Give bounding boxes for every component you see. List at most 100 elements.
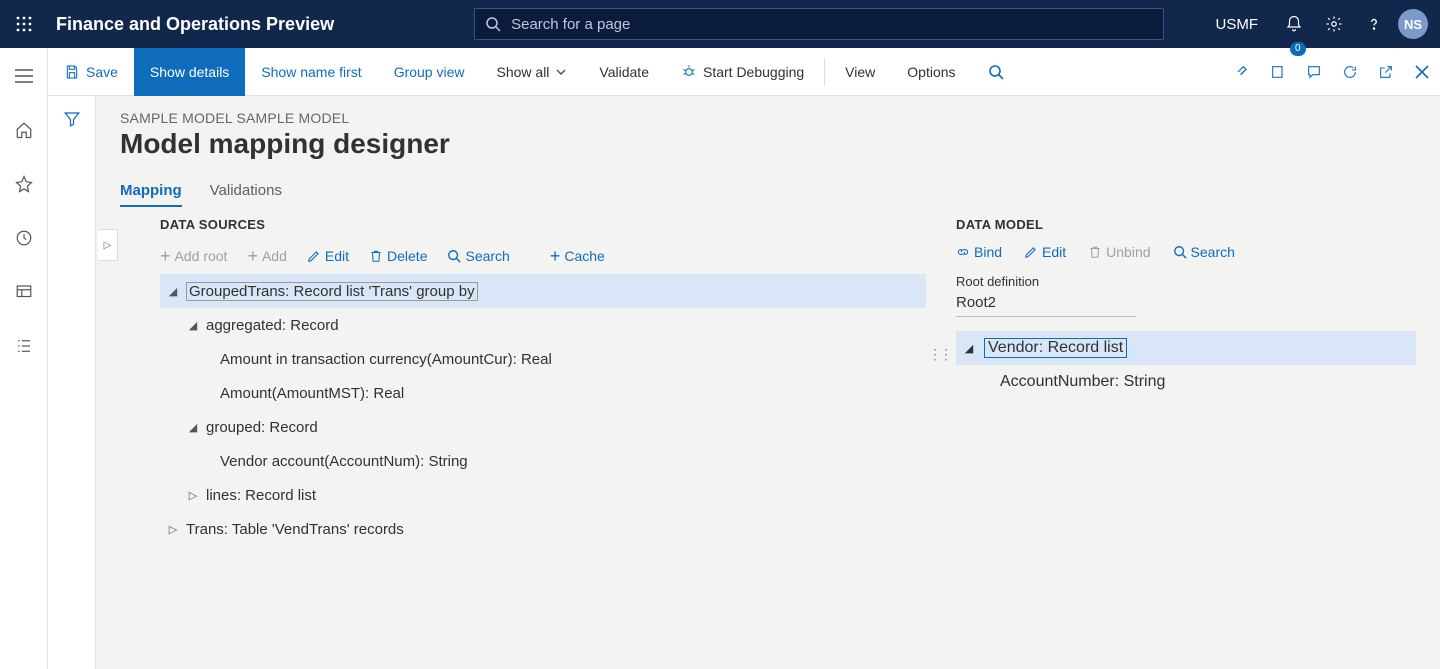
save-icon: [64, 64, 80, 80]
root-definition-value[interactable]: Root2: [956, 291, 1136, 317]
filter-pane-toggle[interactable]: [48, 96, 96, 669]
gear-icon[interactable]: [1314, 0, 1354, 48]
validate-button[interactable]: Validate: [583, 48, 665, 96]
expand-icon[interactable]: ▷: [184, 489, 202, 502]
node-label: Vendor account(AccountNum): String: [220, 453, 468, 470]
show-details-button[interactable]: Show details: [134, 48, 245, 96]
collapse-icon[interactable]: ◢: [184, 319, 202, 332]
tree-node[interactable]: Amount in transaction currency(AmountCur…: [160, 342, 926, 376]
collapse-icon[interactable]: ◢: [960, 342, 978, 355]
data-model-tree: ◢ Vendor: Record list AccountNumber: Str…: [956, 331, 1416, 399]
data-model-panel: DATA MODEL Bind Edit Unbind Search Root …: [946, 217, 1416, 657]
show-name-first-button[interactable]: Show name first: [245, 48, 377, 96]
help-icon[interactable]: [1354, 0, 1394, 48]
close-icon[interactable]: [1404, 48, 1440, 96]
data-model-header: DATA MODEL: [956, 217, 1416, 232]
tree-node[interactable]: AccountNumber: String: [956, 365, 1416, 399]
search-button[interactable]: [972, 48, 1020, 96]
group-view-button[interactable]: Group view: [378, 48, 481, 96]
pencil-icon: [307, 249, 321, 263]
tree-node[interactable]: ◢ Vendor: Record list: [956, 331, 1416, 365]
recent-icon[interactable]: [8, 222, 40, 254]
show-all-dropdown[interactable]: Show all: [481, 48, 584, 96]
tree-node[interactable]: ◢ aggregated: Record: [160, 308, 926, 342]
dm-edit-button[interactable]: Edit: [1024, 244, 1066, 260]
home-icon[interactable]: [8, 114, 40, 146]
attach-icon[interactable]: [1224, 48, 1260, 96]
node-label: grouped: Record: [206, 419, 318, 436]
left-rail: [0, 48, 48, 669]
tree-node[interactable]: Vendor account(AccountNum): String: [160, 444, 926, 478]
view-menu[interactable]: View: [829, 48, 891, 96]
search-icon: [1173, 245, 1187, 259]
tree-node[interactable]: ◢ grouped: Record: [160, 410, 926, 444]
save-label: Save: [86, 64, 118, 80]
tab-validations[interactable]: Validations: [210, 182, 282, 207]
node-label: aggregated: Record: [206, 317, 339, 334]
tree-node[interactable]: Amount(AmountMST): Real: [160, 376, 926, 410]
bind-button[interactable]: Bind: [956, 244, 1002, 260]
hamburger-icon[interactable]: [8, 60, 40, 92]
validate-label: Validate: [599, 64, 649, 80]
tree-node[interactable]: ▷ Trans: Table 'VendTrans' records: [160, 512, 926, 546]
start-debugging-button[interactable]: Start Debugging: [665, 48, 820, 96]
message-icon[interactable]: 0: [1296, 48, 1332, 96]
node-label: Amount in transaction currency(AmountCur…: [220, 351, 552, 368]
data-sources-panel: ▷ DATA SOURCES +Add root +Add Edit Delet…: [120, 217, 946, 657]
app-launcher-icon[interactable]: [0, 0, 48, 48]
workspace-icon[interactable]: [8, 276, 40, 308]
tree-node[interactable]: ▷ lines: Record list: [160, 478, 926, 512]
bell-icon[interactable]: [1274, 0, 1314, 48]
office-icon[interactable]: [1260, 48, 1296, 96]
search-input[interactable]: Search for a page: [474, 8, 1164, 40]
star-icon[interactable]: [8, 168, 40, 200]
collapse-icon[interactable]: ◢: [184, 421, 202, 434]
ds-search-button[interactable]: Search: [447, 248, 509, 264]
search-icon: [447, 249, 461, 263]
topbar: Finance and Operations Preview Search fo…: [0, 0, 1440, 48]
unbind-button[interactable]: Unbind: [1088, 244, 1150, 260]
node-label: Trans: Table 'VendTrans' records: [186, 521, 404, 538]
node-label: GroupedTrans: Record list 'Trans' group …: [186, 282, 478, 301]
popout-icon[interactable]: [1368, 48, 1404, 96]
group-view-label: Group view: [394, 64, 465, 80]
modules-icon[interactable]: [8, 330, 40, 362]
tab-mapping[interactable]: Mapping: [120, 182, 182, 207]
action-bar: Save Show details Show name first Group …: [48, 48, 1440, 96]
show-all-label: Show all: [497, 64, 550, 80]
breadcrumb: SAMPLE MODEL SAMPLE MODEL: [120, 110, 1416, 126]
edit-button[interactable]: Edit: [307, 248, 349, 264]
cache-button[interactable]: +Cache: [550, 248, 605, 264]
app-title: Finance and Operations Preview: [56, 14, 334, 35]
tree-node[interactable]: ◢ GroupedTrans: Record list 'Trans' grou…: [160, 274, 926, 308]
options-menu[interactable]: Options: [891, 48, 971, 96]
filter-icon: [63, 110, 81, 128]
search-icon: [485, 16, 501, 32]
save-button[interactable]: Save: [48, 48, 134, 96]
avatar[interactable]: NS: [1398, 9, 1428, 39]
search-placeholder: Search for a page: [511, 16, 630, 33]
view-label: View: [845, 64, 875, 80]
trash-icon: [369, 249, 383, 263]
node-label: lines: Record list: [206, 487, 316, 504]
search-icon: [988, 64, 1004, 80]
add-root-button[interactable]: +Add root: [160, 248, 227, 264]
bug-icon: [681, 64, 697, 80]
collapse-icon[interactable]: ◢: [164, 285, 182, 298]
splitter-handle[interactable]: ⋮⋮: [928, 346, 950, 363]
node-label: Amount(AmountMST): Real: [220, 385, 404, 402]
add-button[interactable]: +Add: [247, 248, 286, 264]
refresh-icon[interactable]: [1332, 48, 1368, 96]
data-sources-header: DATA SOURCES: [160, 217, 926, 232]
tabs: Mapping Validations: [120, 182, 1416, 207]
data-sources-tree: ◢ GroupedTrans: Record list 'Trans' grou…: [160, 274, 926, 546]
delete-button[interactable]: Delete: [369, 248, 427, 264]
start-debugging-label: Start Debugging: [703, 64, 804, 80]
options-label: Options: [907, 64, 955, 80]
page-title: Model mapping designer: [120, 128, 1416, 160]
collapse-handle[interactable]: ▷: [98, 229, 118, 261]
trash-icon: [1088, 245, 1102, 259]
expand-icon[interactable]: ▷: [164, 523, 182, 536]
company-label[interactable]: USMF: [1216, 16, 1259, 33]
dm-search-button[interactable]: Search: [1173, 244, 1235, 260]
